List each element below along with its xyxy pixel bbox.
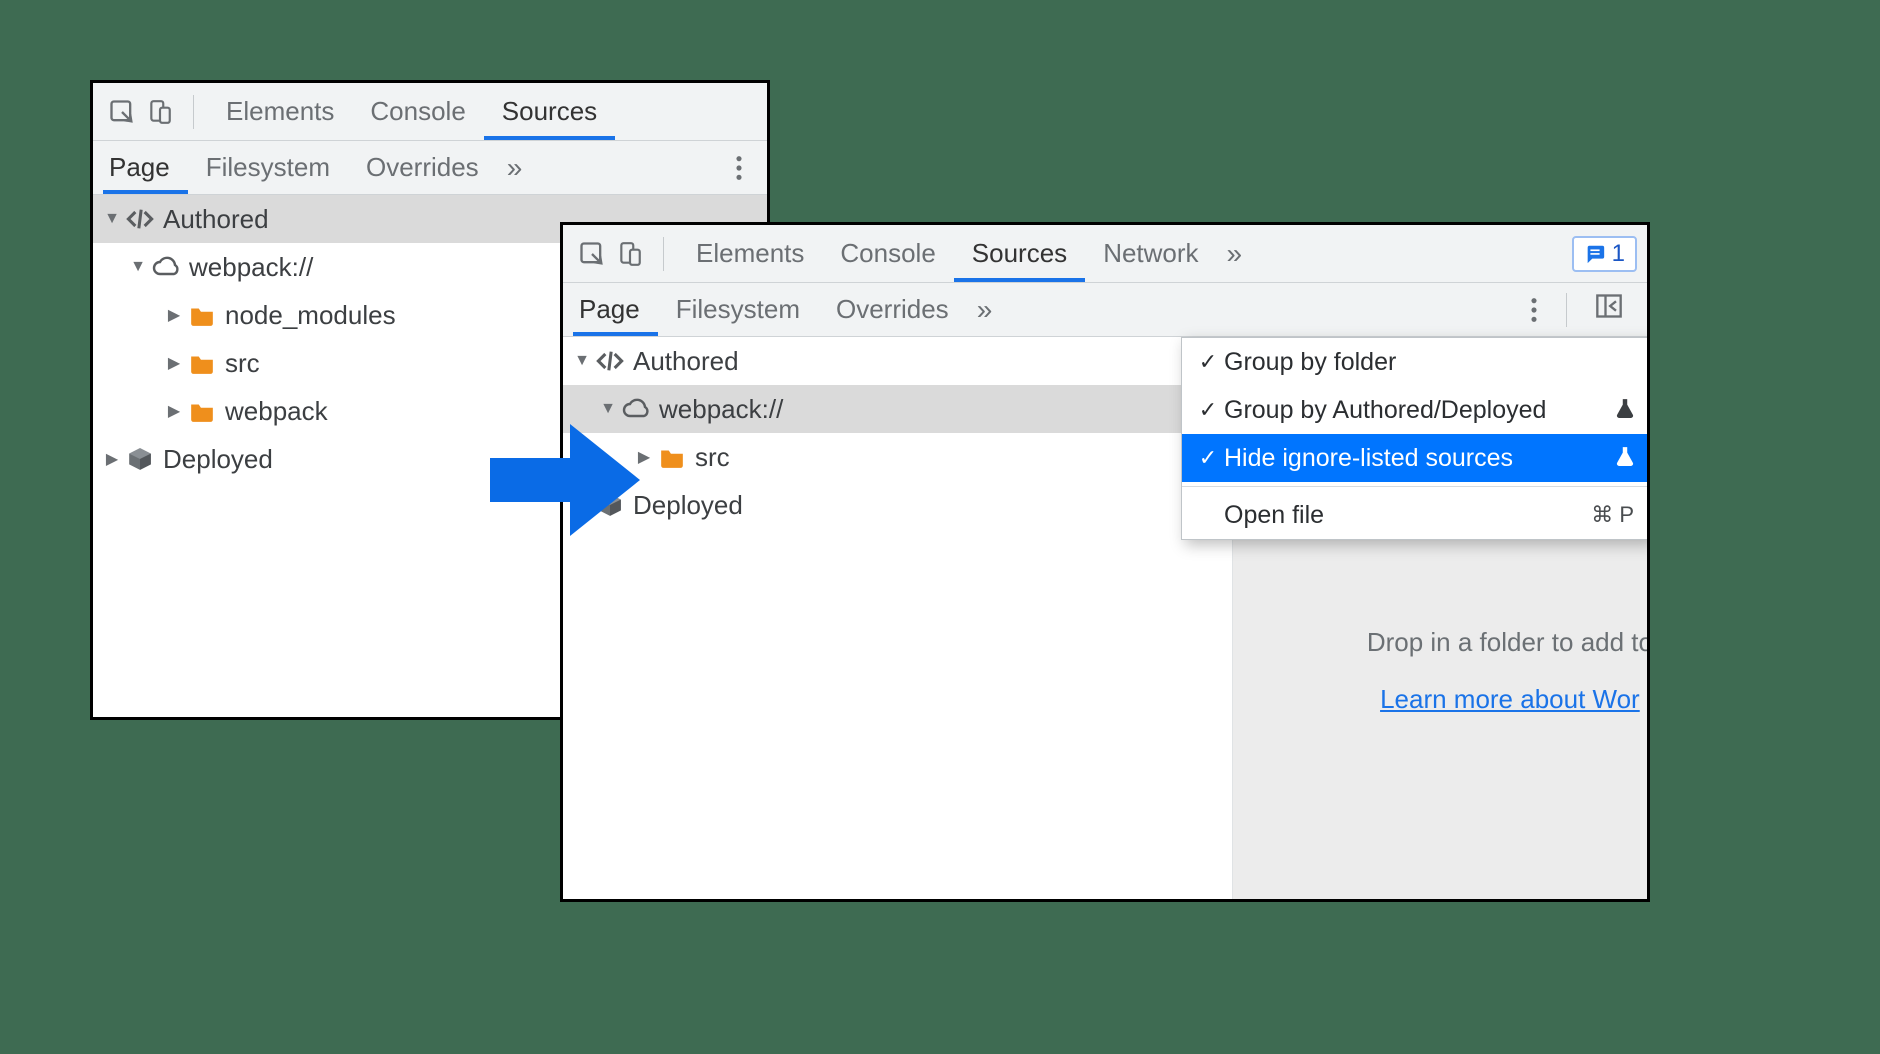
collapse-sidebar-icon[interactable]	[1581, 293, 1637, 326]
toolbar-divider	[663, 237, 664, 271]
more-options-icon[interactable]	[721, 154, 757, 182]
tree-webpack[interactable]: webpack://	[563, 385, 1232, 433]
context-menu: ✓ Group by folder ✓ Group by Authored/De…	[1181, 337, 1650, 540]
more-tabs-icon[interactable]: »	[1217, 238, 1253, 270]
subtab-overrides[interactable]: Overrides	[348, 141, 497, 194]
check-icon: ✓	[1194, 349, 1222, 375]
subtab-filesystem[interactable]: Filesystem	[658, 283, 818, 336]
tab-elements[interactable]: Elements	[208, 83, 352, 140]
code-icon	[123, 207, 157, 231]
tab-console[interactable]: Console	[352, 83, 483, 140]
menu-open-file[interactable]: Open file ⌘ P	[1182, 491, 1650, 539]
tree-label: webpack://	[189, 252, 313, 283]
tree-src[interactable]: src	[563, 433, 1232, 481]
code-icon	[593, 349, 627, 373]
tree-label: webpack	[225, 396, 328, 427]
menu-separator	[1182, 486, 1650, 487]
sources-subtabs: Page Filesystem Overrides »	[93, 141, 767, 195]
device-toggle-icon[interactable]	[611, 235, 649, 273]
folder-icon	[185, 400, 219, 422]
tree-label: Authored	[163, 204, 269, 235]
tab-network[interactable]: Network	[1085, 225, 1216, 282]
menu-hide-ignore-listed[interactable]: ✓ Hide ignore-listed sources	[1182, 434, 1650, 482]
inspect-element-icon[interactable]	[103, 93, 141, 131]
cloud-icon	[149, 256, 183, 278]
tree-label: node_modules	[225, 300, 396, 331]
subtab-page[interactable]: Page	[573, 283, 658, 336]
hint-text: Drop in a folder to add to	[1367, 627, 1650, 658]
main-toolbar: Elements Console Sources	[93, 83, 767, 141]
devtools-panel-after: Elements Console Sources Network » 1 Pag…	[560, 222, 1650, 902]
tree-label: webpack://	[659, 394, 783, 425]
menu-label: Hide ignore-listed sources	[1222, 444, 1608, 473]
menu-label: Open file	[1222, 501, 1591, 530]
toolbar-divider	[1566, 293, 1567, 327]
inspect-element-icon[interactable]	[573, 235, 611, 273]
menu-group-by-folder[interactable]: ✓ Group by folder	[1182, 338, 1650, 386]
more-subtabs-icon[interactable]: »	[497, 152, 533, 184]
tab-console[interactable]: Console	[822, 225, 953, 282]
tab-elements[interactable]: Elements	[678, 225, 822, 282]
more-subtabs-icon[interactable]: »	[967, 294, 1003, 326]
learn-more-link[interactable]: Learn more about Wor	[1380, 684, 1640, 714]
tab-sources[interactable]: Sources	[954, 225, 1085, 282]
folder-icon	[185, 304, 219, 326]
tree-label: src	[225, 348, 260, 379]
tree-authored[interactable]: Authored	[563, 337, 1232, 385]
transition-arrow-icon	[480, 410, 650, 555]
menu-label: Group by folder	[1222, 348, 1634, 377]
toolbar-divider	[193, 95, 194, 129]
tree-deployed[interactable]: Deployed	[563, 481, 1232, 529]
subtab-filesystem[interactable]: Filesystem	[188, 141, 348, 194]
check-icon: ✓	[1194, 445, 1222, 471]
tree-label: Authored	[633, 346, 739, 377]
menu-group-by-authored[interactable]: ✓ Group by Authored/Deployed	[1182, 386, 1650, 434]
menu-label: Group by Authored/Deployed	[1222, 396, 1608, 425]
issues-count: 1	[1612, 240, 1625, 268]
check-icon: ✓	[1194, 397, 1222, 423]
workspace-hint: Drop in a folder to add to Learn more ab…	[1337, 627, 1650, 715]
flask-icon	[1616, 396, 1634, 425]
file-tree: Authored webpack:// src	[563, 337, 1647, 899]
device-toggle-icon[interactable]	[141, 93, 179, 131]
subtab-overrides[interactable]: Overrides	[818, 283, 967, 336]
sources-subtabs: Page Filesystem Overrides »	[563, 283, 1647, 337]
tab-sources[interactable]: Sources	[484, 83, 615, 140]
subtab-page[interactable]: Page	[103, 141, 188, 194]
folder-icon	[185, 352, 219, 374]
main-toolbar: Elements Console Sources Network » 1	[563, 225, 1647, 283]
cube-icon	[123, 446, 157, 472]
chat-icon	[1584, 243, 1606, 265]
folder-icon	[655, 446, 689, 468]
more-options-icon[interactable]	[1516, 296, 1552, 324]
tree-label: src	[695, 442, 730, 473]
tree-label: Deployed	[163, 444, 273, 475]
flask-icon	[1616, 444, 1634, 473]
issues-badge[interactable]: 1	[1572, 236, 1637, 272]
shortcut-label: ⌘ P	[1591, 502, 1634, 528]
